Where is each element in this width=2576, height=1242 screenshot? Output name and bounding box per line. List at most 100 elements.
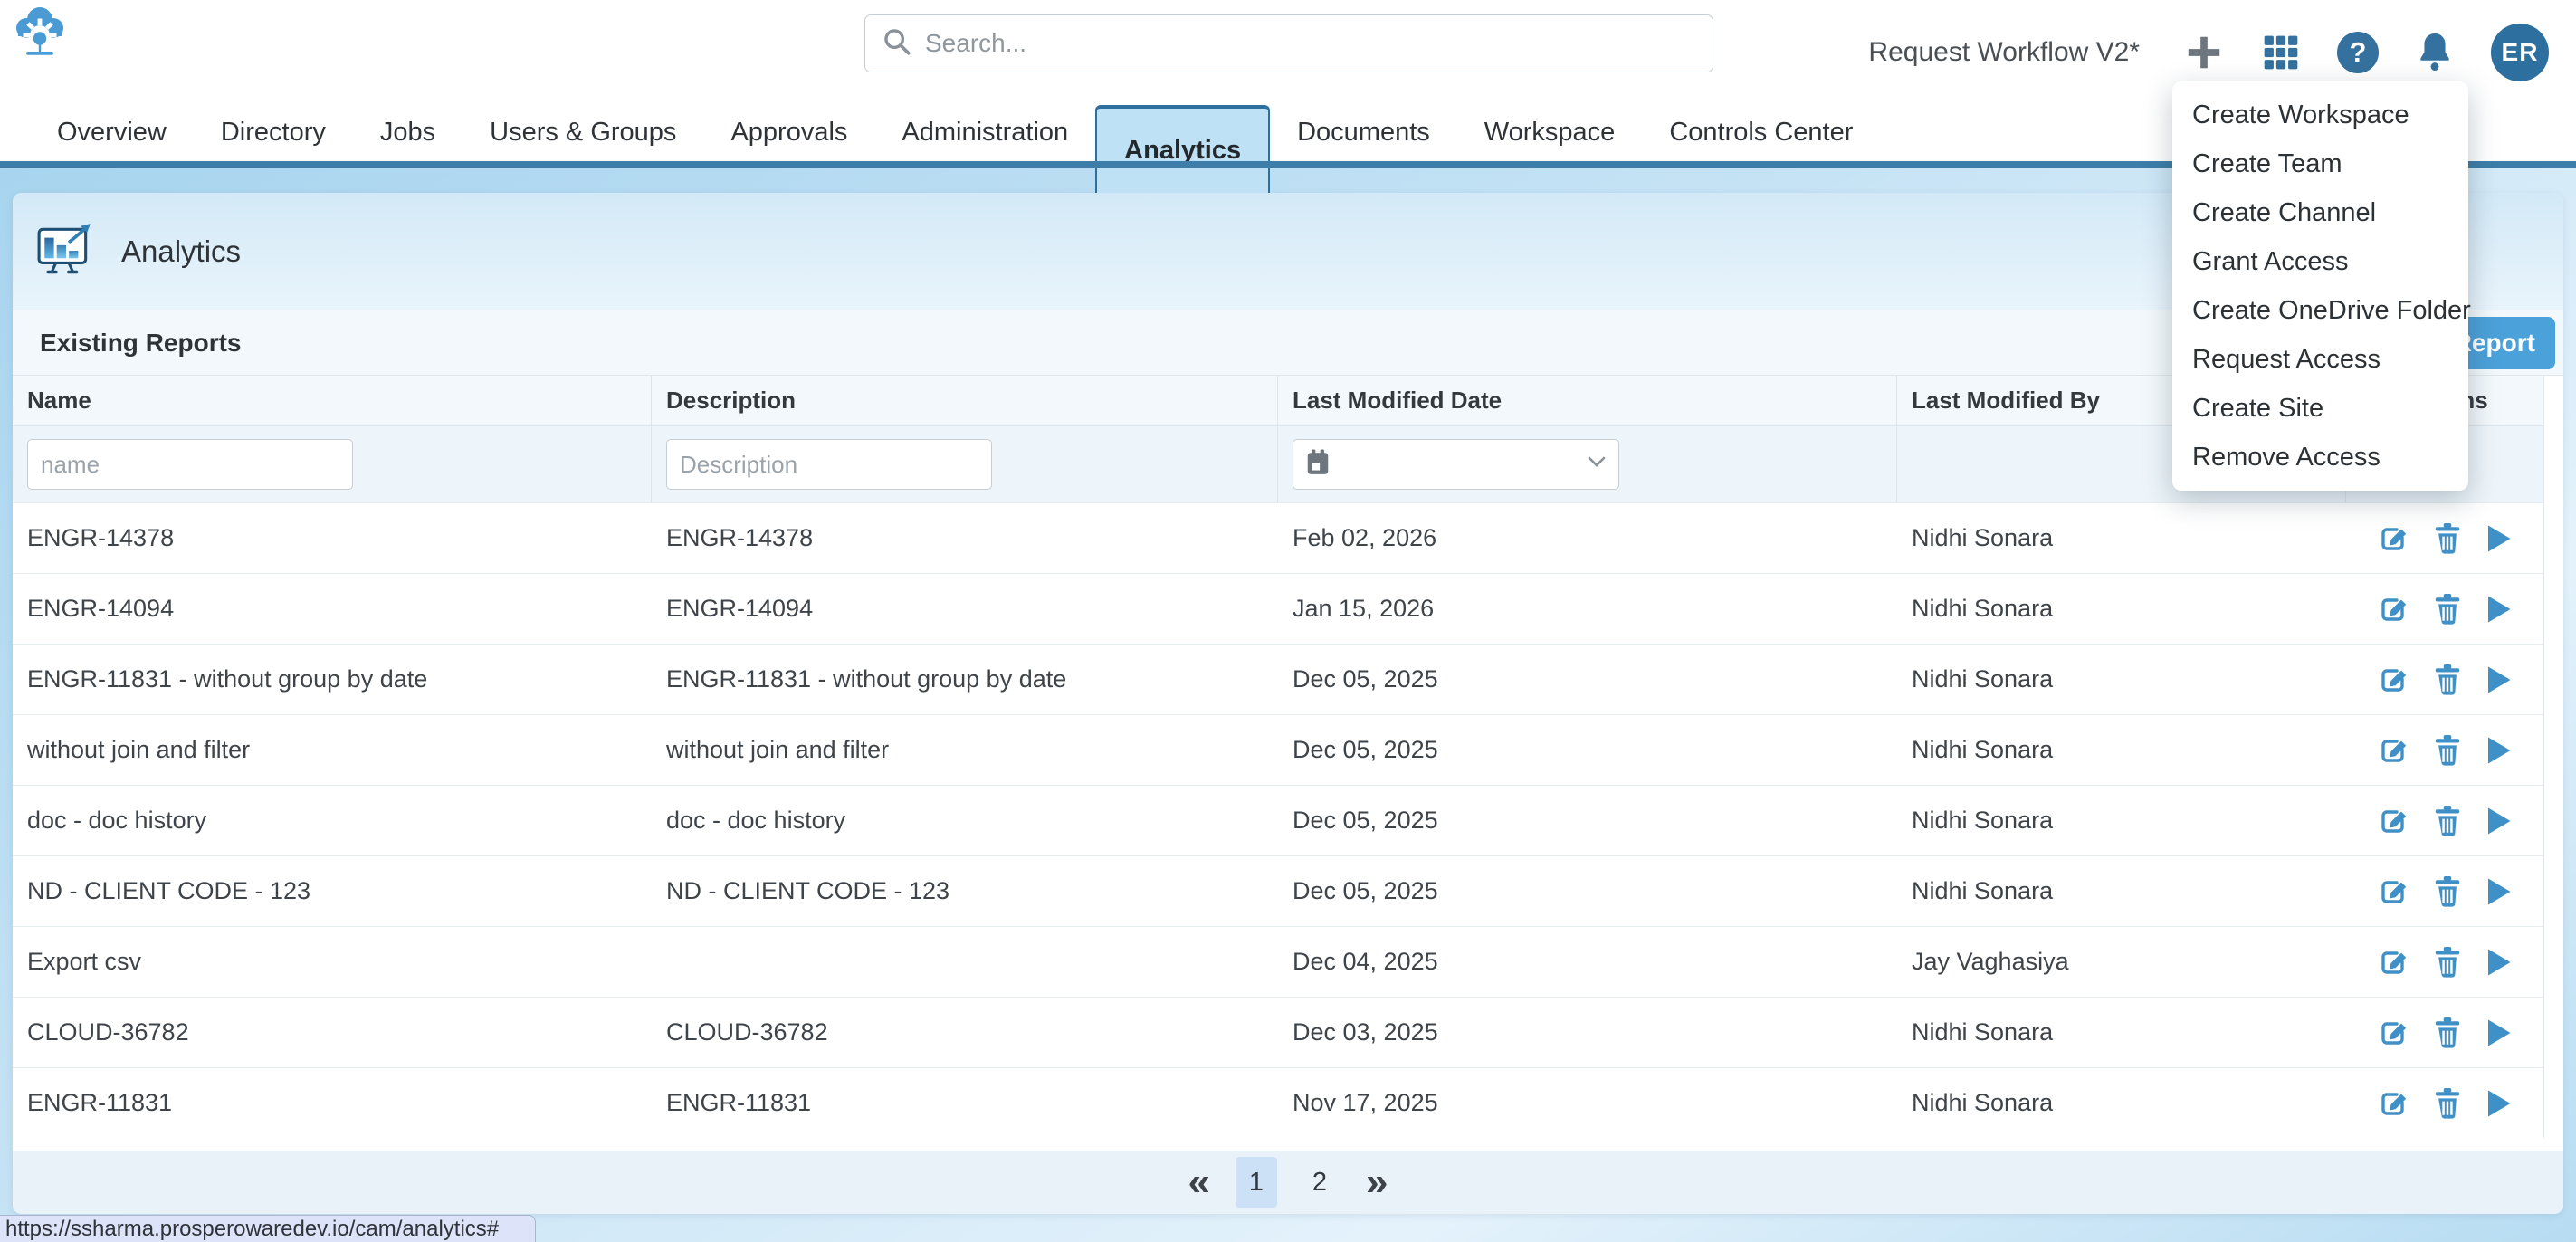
tab-workspace[interactable]: Workspace: [1457, 104, 1643, 161]
edit-icon[interactable]: [2377, 593, 2409, 626]
help-icon[interactable]: ?: [2337, 32, 2379, 73]
table-row[interactable]: ND - CLIENT CODE - 123 ND - CLIENT CODE …: [13, 855, 2544, 926]
chevron-down-icon: [1588, 456, 1606, 473]
table-row[interactable]: ENGR-14094 ENGR-14094 Jan 15, 2026 Nidhi…: [13, 573, 2544, 644]
cell-by: Nidhi Sonara: [1897, 574, 2346, 644]
cell-by: Nidhi Sonara: [1897, 645, 2346, 714]
cell-by: Nidhi Sonara: [1897, 503, 2346, 573]
cell-description: ENGR-14094: [652, 574, 1278, 644]
user-avatar[interactable]: ER: [2491, 24, 2549, 81]
edit-icon[interactable]: [2377, 522, 2409, 555]
app-logo-icon: [11, 5, 69, 64]
table-row[interactable]: ENGR-11831 ENGR-11831 Nov 17, 2025 Nidhi…: [13, 1067, 2544, 1138]
description-filter-input[interactable]: [666, 439, 992, 490]
delete-icon[interactable]: [2433, 805, 2462, 837]
add-icon[interactable]: [2183, 32, 2225, 73]
run-report-icon[interactable]: [2485, 806, 2513, 836]
tab-controls-center[interactable]: Controls Center: [1642, 104, 1880, 161]
cell-name: ENGR-14094: [13, 574, 652, 644]
cell-date: Nov 17, 2025: [1278, 1068, 1897, 1138]
col-header-description[interactable]: Description: [652, 376, 1278, 425]
menu-item-create-team[interactable]: Create Team: [2172, 139, 2468, 188]
first-page-button[interactable]: «: [1185, 1162, 1214, 1202]
run-report-icon[interactable]: [2485, 1017, 2513, 1048]
tab-overview[interactable]: Overview: [30, 104, 194, 161]
cell-description: [652, 927, 1278, 997]
edit-icon[interactable]: [2377, 805, 2409, 837]
workflow-title: Request Workflow V2*: [1868, 37, 2140, 68]
delete-icon[interactable]: [2433, 1087, 2462, 1120]
analytics-chart-icon: [36, 222, 96, 281]
cell-date: Feb 02, 2026: [1278, 503, 1897, 573]
menu-item-remove-access[interactable]: Remove Access: [2172, 433, 2468, 482]
cell-date: Dec 05, 2025: [1278, 856, 1897, 926]
edit-icon[interactable]: [2377, 1087, 2409, 1120]
table-row[interactable]: ENGR-14378 ENGR-14378 Feb 02, 2026 Nidhi…: [13, 502, 2544, 573]
table-row[interactable]: doc - doc history doc - doc history Dec …: [13, 785, 2544, 855]
cell-date: Dec 03, 2025: [1278, 998, 1897, 1067]
run-report-icon[interactable]: [2485, 735, 2513, 766]
tab-jobs[interactable]: Jobs: [353, 104, 463, 161]
edit-icon[interactable]: [2377, 875, 2409, 908]
delete-icon[interactable]: [2433, 734, 2462, 767]
cell-description: doc - doc history: [652, 786, 1278, 855]
table-row[interactable]: Export csv Dec 04, 2025 Jay Vaghasiya: [13, 926, 2544, 997]
page-button-2[interactable]: 2: [1299, 1157, 1340, 1208]
delete-icon[interactable]: [2433, 946, 2462, 979]
notifications-bell-icon[interactable]: [2415, 31, 2455, 74]
delete-icon[interactable]: [2433, 593, 2462, 626]
delete-icon[interactable]: [2433, 522, 2462, 555]
table-row[interactable]: CLOUD-36782 CLOUD-36782 Dec 03, 2025 Nid…: [13, 997, 2544, 1067]
table-header-row: Name Description Last Modified Date Last…: [13, 376, 2544, 425]
delete-icon[interactable]: [2433, 664, 2462, 696]
run-report-icon[interactable]: [2485, 523, 2513, 554]
cell-date: Jan 15, 2026: [1278, 574, 1897, 644]
tab-users-groups[interactable]: Users & Groups: [463, 104, 703, 161]
run-report-icon[interactable]: [2485, 1088, 2513, 1119]
menu-item-request-access[interactable]: Request Access: [2172, 335, 2468, 384]
cell-by: Jay Vaghasiya: [1897, 927, 2346, 997]
cell-description: ND - CLIENT CODE - 123: [652, 856, 1278, 926]
cell-name: CLOUD-36782: [13, 998, 652, 1067]
cell-date: Dec 05, 2025: [1278, 645, 1897, 714]
menu-item-create-channel[interactable]: Create Channel: [2172, 188, 2468, 237]
calendar-icon: [1306, 449, 1330, 481]
table-row[interactable]: without join and filter without join and…: [13, 714, 2544, 785]
cell-name: without join and filter: [13, 715, 652, 785]
name-filter-input[interactable]: [27, 439, 353, 490]
tab-documents[interactable]: Documents: [1270, 104, 1457, 161]
cell-by: Nidhi Sonara: [1897, 998, 2346, 1067]
menu-item-grant-access[interactable]: Grant Access: [2172, 237, 2468, 286]
run-report-icon[interactable]: [2485, 876, 2513, 907]
cell-name: ENGR-11831: [13, 1068, 652, 1138]
tab-analytics[interactable]: Analytics: [1095, 105, 1270, 193]
table-row[interactable]: ENGR-11831 - without group by date ENGR-…: [13, 644, 2544, 714]
col-header-name[interactable]: Name: [13, 376, 652, 425]
delete-icon[interactable]: [2433, 875, 2462, 908]
search-input[interactable]: [925, 29, 1696, 58]
tab-administration[interactable]: Administration: [874, 104, 1095, 161]
run-report-icon[interactable]: [2485, 947, 2513, 978]
delete-icon[interactable]: [2433, 1017, 2462, 1049]
menu-item-create-site[interactable]: Create Site: [2172, 384, 2468, 433]
edit-icon[interactable]: [2377, 664, 2409, 696]
cell-date: Dec 05, 2025: [1278, 715, 1897, 785]
edit-icon[interactable]: [2377, 946, 2409, 979]
menu-item-create-onedrive-folder[interactable]: Create OneDrive Folder: [2172, 286, 2468, 335]
apps-grid-icon[interactable]: [2261, 33, 2301, 72]
menu-item-create-workspace[interactable]: Create Workspace: [2172, 91, 2468, 139]
last-page-button[interactable]: »: [1362, 1162, 1391, 1202]
col-header-last-modified-date[interactable]: Last Modified Date: [1278, 376, 1897, 425]
pagination: « 1 2 »: [13, 1138, 2563, 1214]
page-button-1[interactable]: 1: [1236, 1157, 1277, 1208]
cell-name: ND - CLIENT CODE - 123: [13, 856, 652, 926]
run-report-icon[interactable]: [2485, 594, 2513, 625]
run-report-icon[interactable]: [2485, 664, 2513, 695]
cell-description: CLOUD-36782: [652, 998, 1278, 1067]
tab-directory[interactable]: Directory: [194, 104, 353, 161]
edit-icon[interactable]: [2377, 1017, 2409, 1049]
tab-approvals[interactable]: Approvals: [703, 104, 874, 161]
cell-description: ENGR-11831 - without group by date: [652, 645, 1278, 714]
date-filter-input[interactable]: [1293, 439, 1619, 490]
edit-icon[interactable]: [2377, 734, 2409, 767]
